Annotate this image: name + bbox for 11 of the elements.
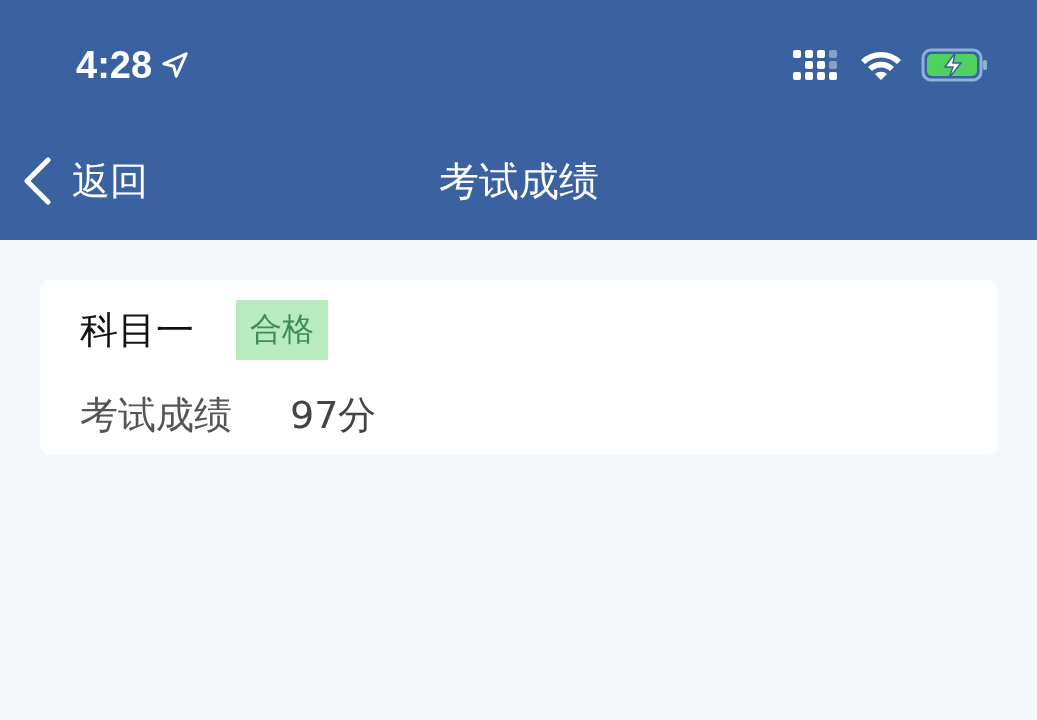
- score-value: 97分: [290, 392, 377, 439]
- page-title: 考试成绩: [438, 157, 599, 206]
- status-badge: 合格: [236, 300, 328, 360]
- back-button[interactable]: 返回: [0, 155, 148, 207]
- chevron-left-icon: [22, 157, 52, 205]
- score-label: 考试成绩: [80, 392, 232, 439]
- subject-name: 科目一: [80, 306, 194, 354]
- location-icon: [160, 50, 191, 80]
- battery-icon: [921, 48, 989, 82]
- wifi-icon: [859, 49, 903, 81]
- status-time: 4:28: [76, 43, 153, 87]
